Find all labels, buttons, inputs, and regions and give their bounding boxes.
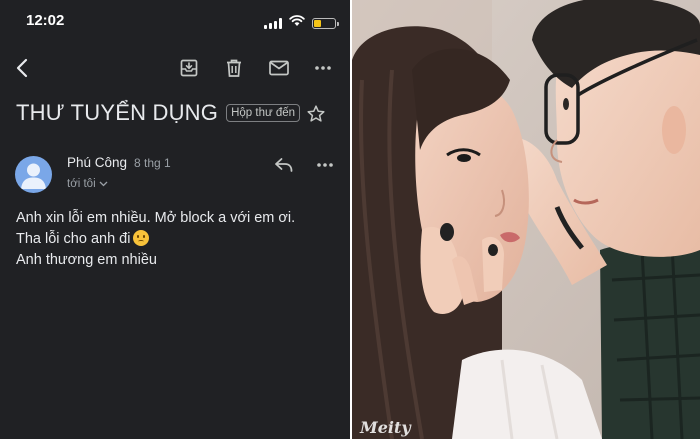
- archive-icon[interactable]: [175, 54, 203, 82]
- mail-icon[interactable]: [265, 54, 293, 82]
- avatar[interactable]: [15, 156, 52, 193]
- star-icon[interactable]: [306, 104, 326, 129]
- trash-icon[interactable]: [220, 54, 248, 82]
- signal-icon: [264, 17, 282, 29]
- status-icons: [264, 14, 339, 32]
- body-line: Tha lỗi cho anh đi: [16, 231, 131, 247]
- photo-illustration: [352, 0, 700, 439]
- reply-icon[interactable]: [274, 157, 294, 178]
- more-horizontal-icon[interactable]: [309, 54, 337, 82]
- confused-face-emoji: [133, 230, 150, 246]
- photo-watermark: Meity: [360, 418, 411, 437]
- email-date: 8 thg 1: [134, 156, 171, 170]
- email-toolbar: [0, 50, 350, 86]
- recipient-details-toggle[interactable]: tới tôi: [67, 178, 108, 190]
- message-more-icon[interactable]: [316, 157, 334, 178]
- sender-row: Phú Công 8 thg 1 tới tôi: [15, 153, 334, 197]
- body-line: Anh thương em nhiều: [16, 252, 157, 268]
- status-time: 12:02: [26, 12, 65, 29]
- inbox-label-chip[interactable]: Hộp thư đến: [226, 104, 301, 122]
- wifi-icon: [289, 14, 305, 32]
- battery-level: [314, 19, 321, 27]
- email-subject: THƯ TUYỂN DỤNG: [16, 100, 219, 125]
- recipient-line: tới tôi: [67, 178, 96, 190]
- email-body: Anh xin lỗi em nhiều. Mở block a với em …: [16, 208, 336, 271]
- subject-row: THƯ TUYỂN DỤNG Hộp thư đến: [16, 100, 334, 126]
- sender-name[interactable]: Phú Công: [67, 155, 127, 170]
- couple-photo: Meity: [352, 0, 700, 439]
- body-line: Anh xin lỗi em nhiều. Mở block a với em …: [16, 210, 296, 226]
- chevron-down-icon: [99, 178, 108, 190]
- body-line-with-emoji: Tha lỗi cho anh đi: [16, 229, 336, 250]
- status-bar: 12:02: [0, 0, 350, 40]
- email-screenshot: 12:02 THƯ TUYỂN DỤNG Hộp thư đến Phú Côn…: [0, 0, 350, 439]
- battery-icon: [312, 17, 339, 29]
- back-arrow-icon[interactable]: [8, 54, 36, 82]
